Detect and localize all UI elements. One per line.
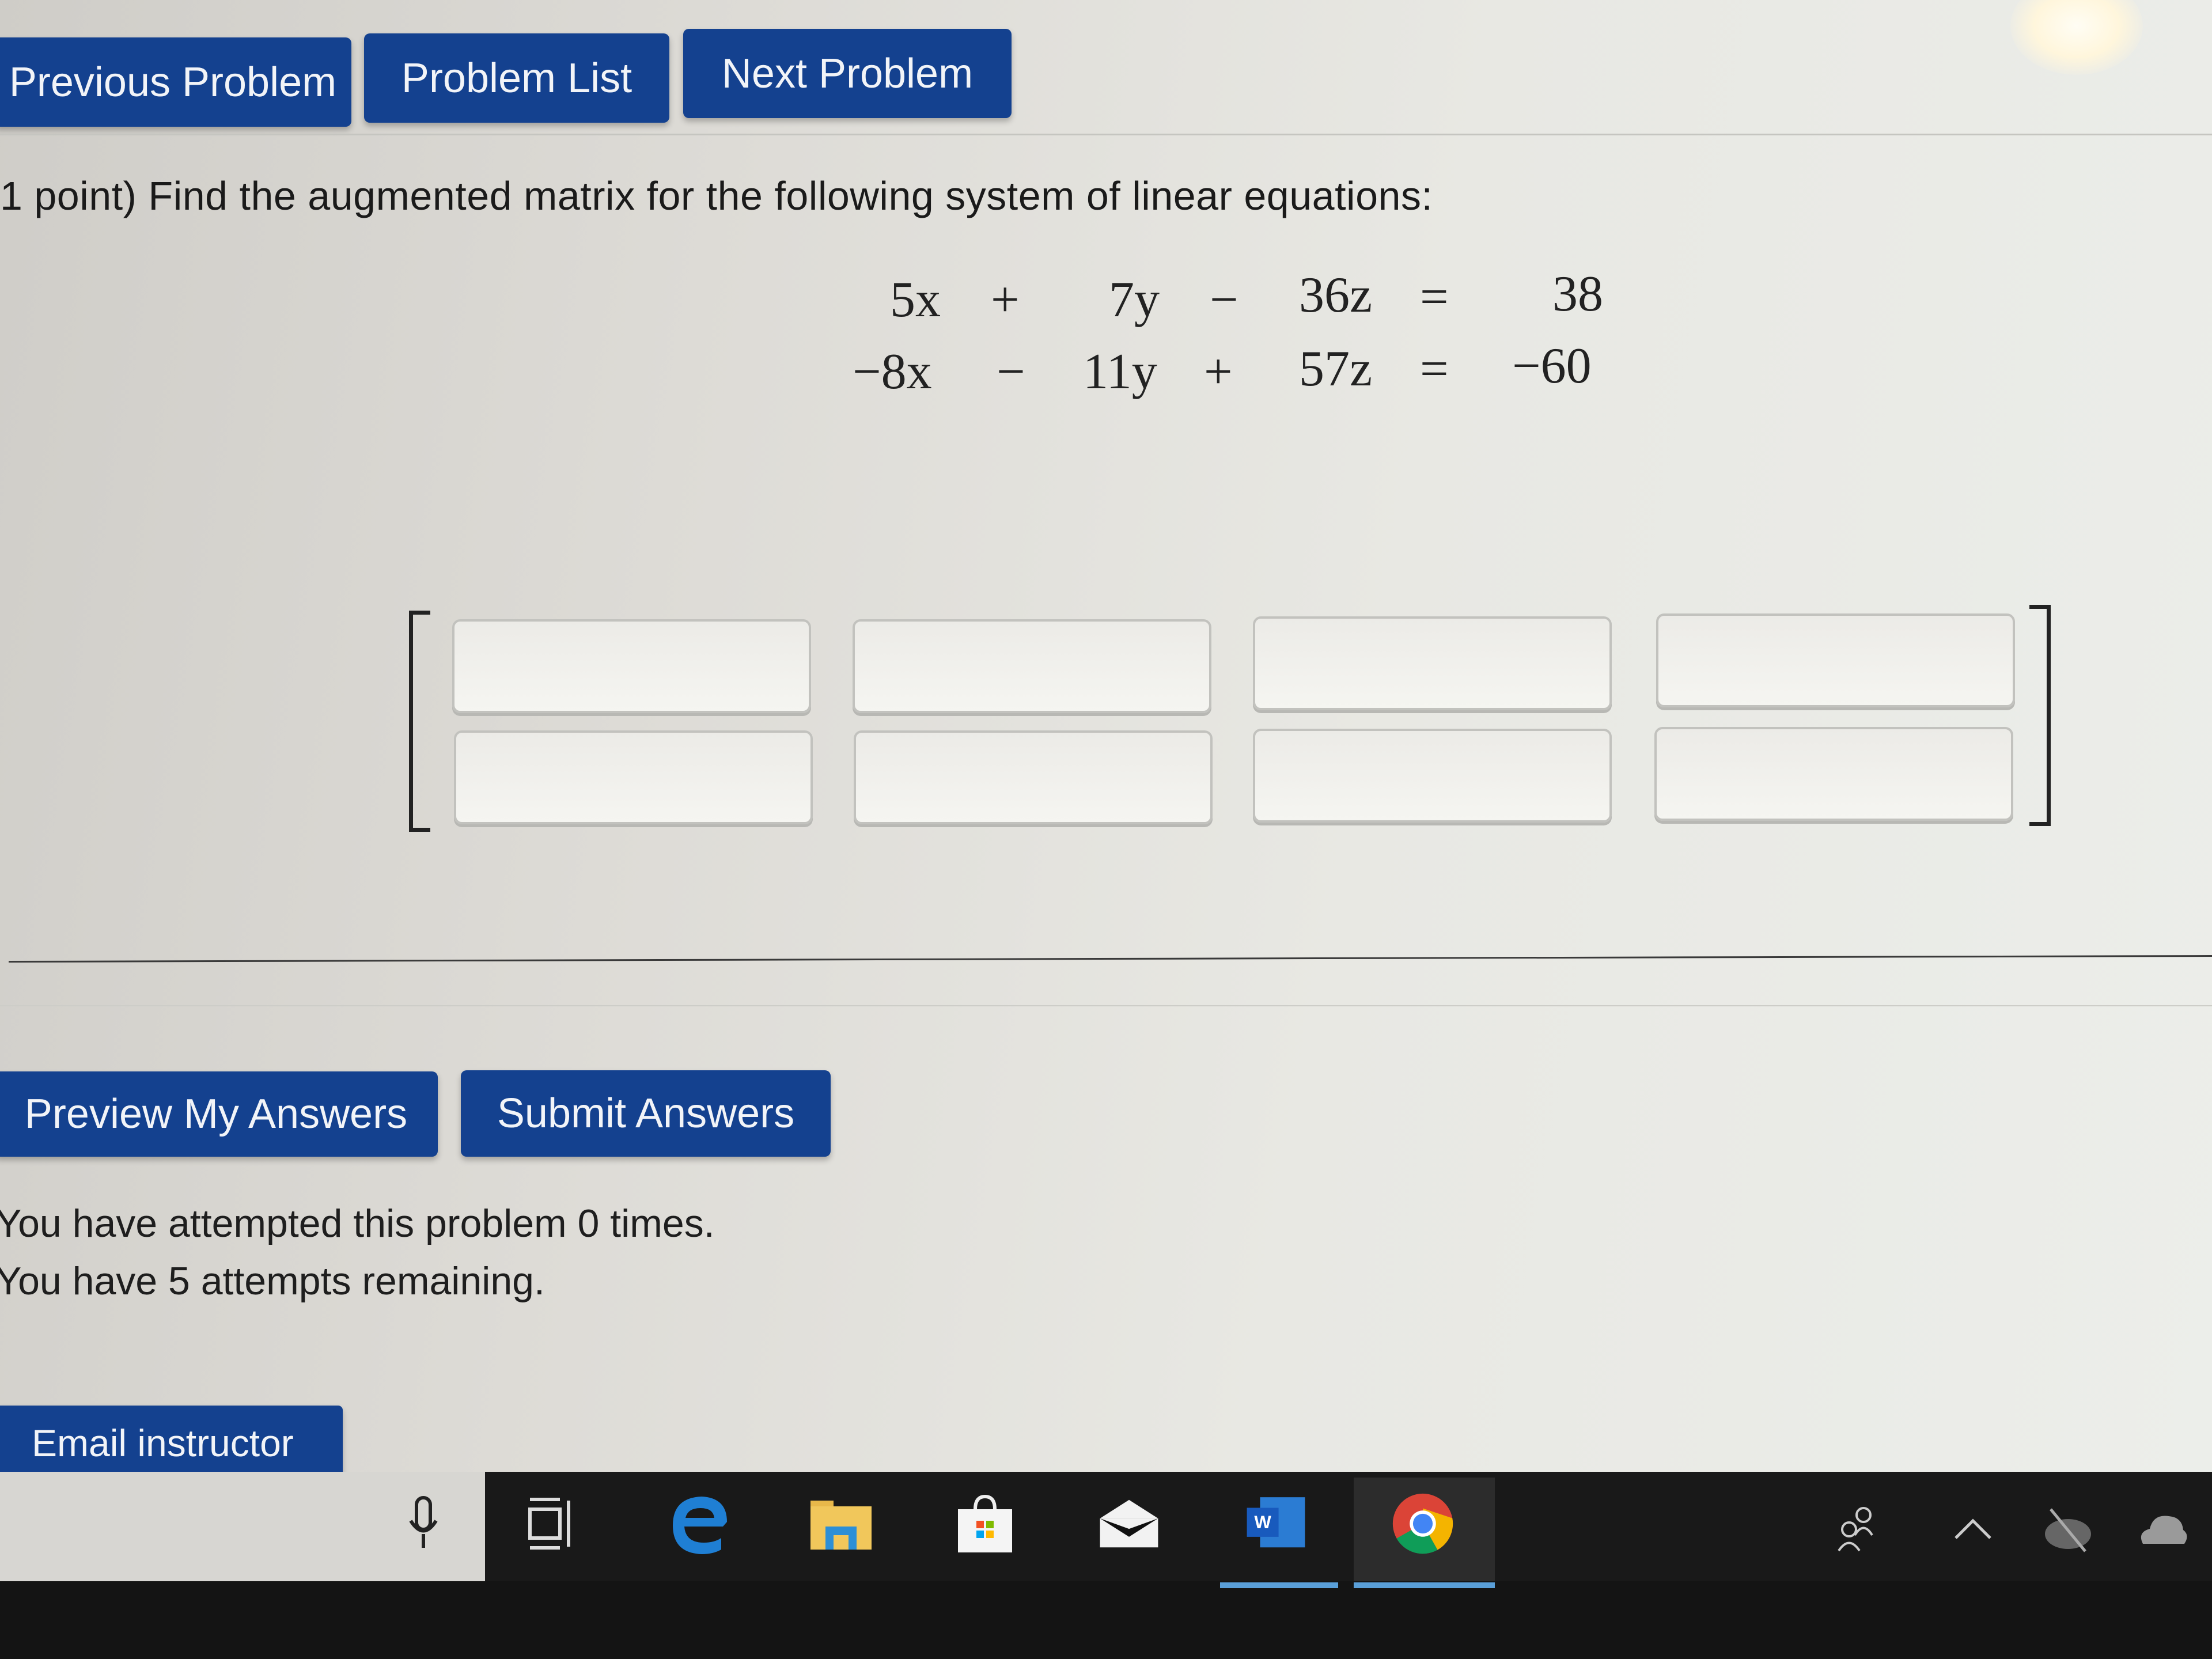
matrix-cell-r1-c3	[1253, 616, 1612, 710]
matrix-cell-r1-c1	[452, 619, 811, 713]
problem-prompt: 1 point) Find the augmented matrix for t…	[0, 173, 1433, 218]
matrix-cell-r2-c4	[1654, 727, 2013, 821]
chrome-icon[interactable]	[1391, 1492, 1455, 1555]
edge-icon[interactable]	[668, 1492, 732, 1555]
word-icon-label: W	[1254, 1512, 1271, 1532]
chrome-active-indicator	[1354, 1582, 1495, 1588]
problem-divider	[9, 955, 2212, 963]
attempts-made-text: You have attempted this problem 0 times.	[0, 1202, 715, 1245]
eq2-term-x: −8x	[853, 344, 932, 400]
matrix-input-r2-c1[interactable]	[456, 733, 810, 822]
preview-answers-button[interactable]: Preview My Answers	[0, 1071, 438, 1157]
attempts-remaining-text: You have 5 attempts remaining.	[0, 1259, 545, 1303]
matrix-input-r1-c4[interactable]	[1658, 616, 2013, 705]
screen-bezel	[0, 1581, 2212, 1659]
matrix-cell-r1-c2	[853, 619, 1211, 713]
eq2-op2: +	[1204, 344, 1233, 400]
eq1-term-x: 5x	[890, 272, 941, 328]
email-instructor-button[interactable]: Email instructor	[0, 1406, 343, 1480]
matrix-cell-r2-c3	[1253, 729, 1612, 823]
word-icon[interactable]: W	[1244, 1492, 1308, 1555]
left-bracket	[409, 611, 430, 832]
submit-answers-button[interactable]: Submit Answers	[461, 1070, 831, 1157]
onedrive-icon[interactable]	[2131, 1498, 2195, 1561]
matrix-cell-r2-c1	[454, 730, 813, 824]
header-divider	[0, 134, 2212, 135]
eq1-op2: −	[1210, 272, 1238, 328]
eq1-rhs: 38	[1552, 266, 1603, 322]
right-bracket	[2029, 605, 2051, 826]
previous-problem-button[interactable]: Previous Problem	[0, 37, 351, 127]
eq2-op1: −	[997, 344, 1025, 400]
matrix-cell-r2-c2	[854, 730, 1213, 824]
matrix-input-r1-c3[interactable]	[1255, 619, 1609, 708]
eq2-term-z: 57z	[1299, 341, 1373, 397]
mail-icon[interactable]	[1097, 1492, 1161, 1555]
store-icon[interactable]	[953, 1492, 1017, 1555]
word-active-indicator	[1220, 1582, 1338, 1588]
eq1-term-y: 7y	[1109, 272, 1160, 328]
chevron-up-icon[interactable]	[1941, 1498, 2005, 1561]
next-problem-button[interactable]: Next Problem	[683, 29, 1012, 118]
matrix-input-r1-c2[interactable]	[855, 622, 1209, 711]
microphone-icon[interactable]	[392, 1492, 455, 1555]
eq1-equals: =	[1420, 269, 1449, 325]
eq1-op1: +	[991, 272, 1020, 328]
task-view-icon[interactable]	[521, 1492, 585, 1555]
problem-list-button[interactable]: Problem List	[364, 33, 669, 123]
eq2-rhs: −60	[1512, 338, 1592, 394]
network-off-icon[interactable]	[2036, 1498, 2100, 1561]
people-icon[interactable]	[1826, 1498, 1889, 1561]
eq1-term-z: 36z	[1299, 267, 1373, 323]
matrix-input-r2-c3[interactable]	[1255, 731, 1609, 820]
matrix-input-r2-c4[interactable]	[1657, 729, 2011, 819]
augmented-matrix	[403, 599, 2062, 832]
file-explorer-icon[interactable]	[809, 1492, 873, 1555]
matrix-input-r2-c2[interactable]	[856, 733, 1210, 822]
matrix-cell-r1-c4	[1656, 613, 2015, 707]
matrix-input-r1-c1[interactable]	[454, 622, 809, 711]
eq2-term-y: 11y	[1083, 344, 1157, 400]
eq2-equals: =	[1420, 341, 1449, 397]
section-divider	[0, 1005, 2212, 1006]
screen-glare	[2010, 0, 2143, 75]
